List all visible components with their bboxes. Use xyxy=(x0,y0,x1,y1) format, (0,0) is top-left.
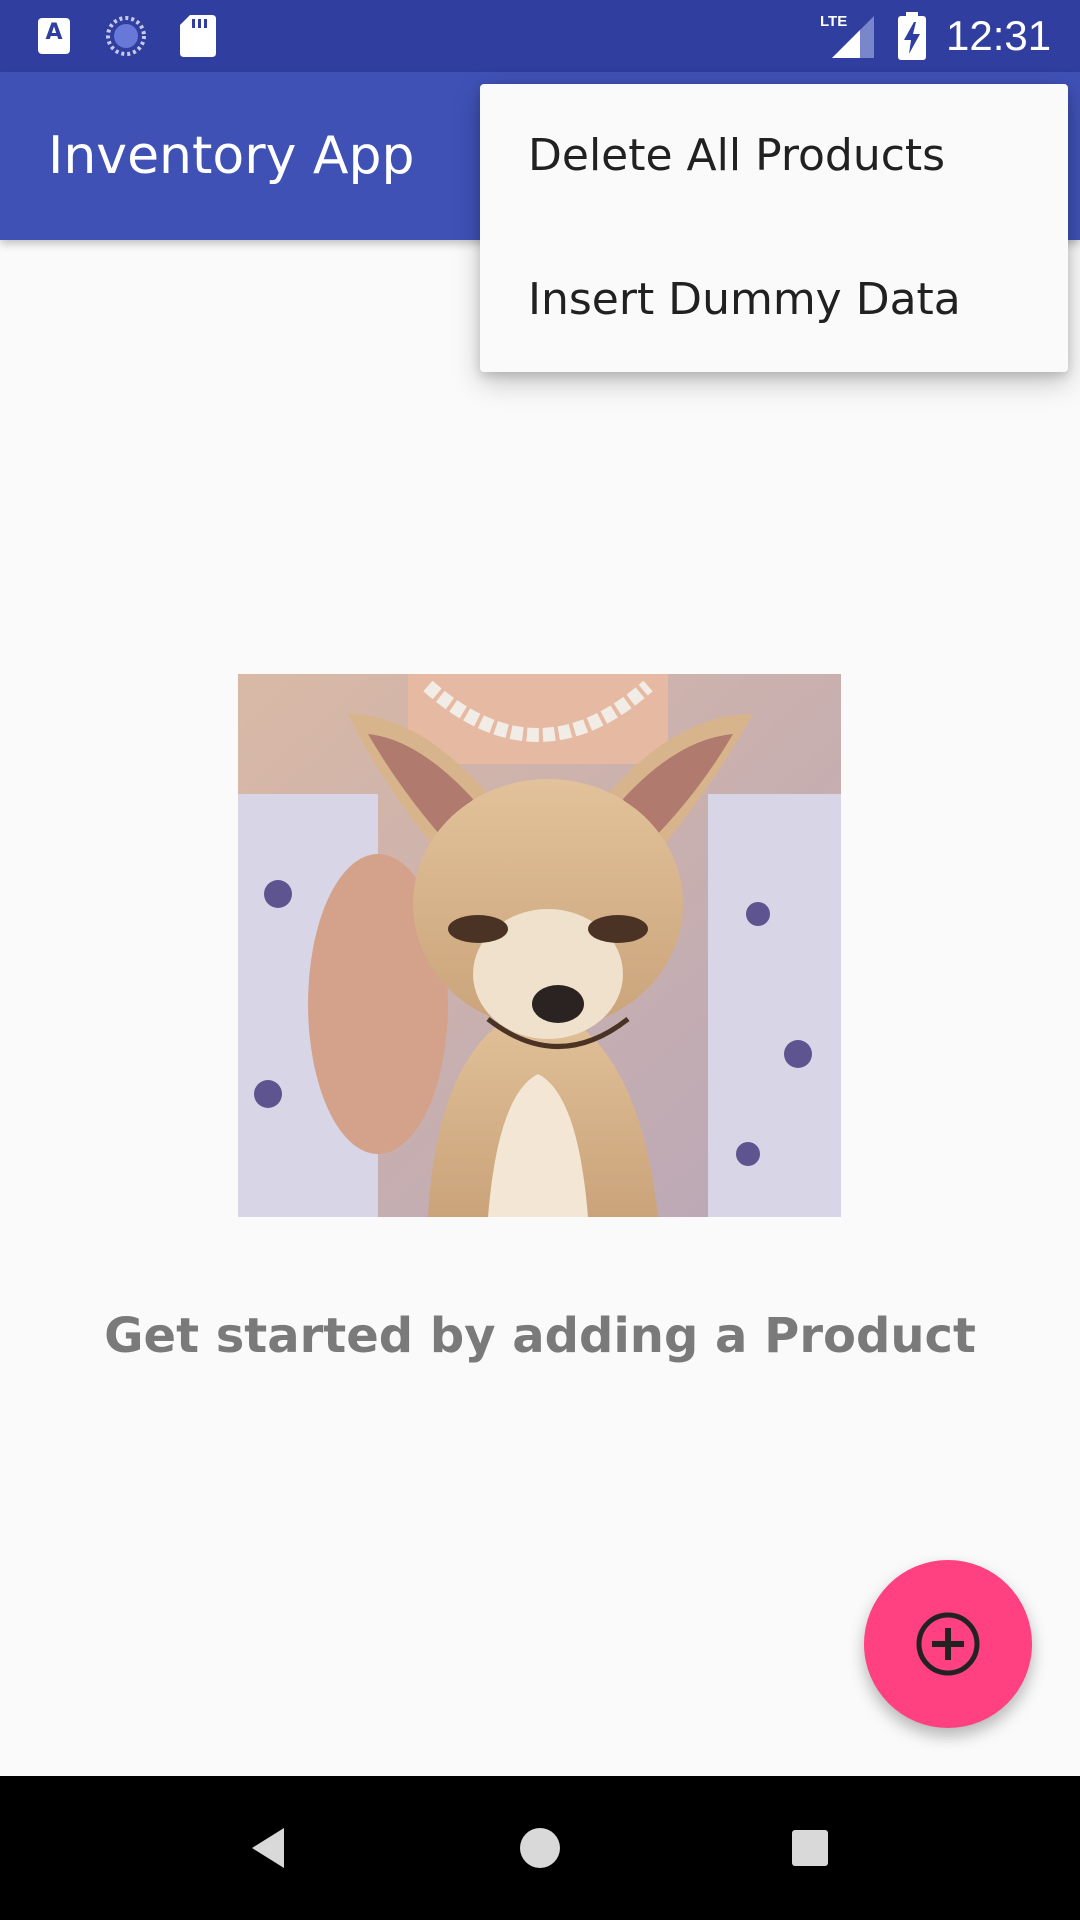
sd-card-icon xyxy=(180,15,216,57)
app-title: Inventory App xyxy=(48,126,415,186)
loading-icon xyxy=(106,16,146,56)
menu-item-insert-dummy-data[interactable]: Insert Dummy Data xyxy=(480,228,1068,372)
overflow-menu: Delete All Products Insert Dummy Data xyxy=(480,84,1068,372)
back-icon[interactable] xyxy=(248,1826,292,1870)
battery-charging-icon xyxy=(898,12,926,60)
add-circle-icon xyxy=(916,1612,980,1676)
lte-signal-icon: LTE xyxy=(820,13,874,58)
status-bar: A LTE 12:31 xyxy=(0,0,1080,72)
svg-text:LTE: LTE xyxy=(820,13,847,30)
inventory-screen: A LTE 12:31 Inventory App Delete All Pro xyxy=(0,0,1080,1920)
app-a-letter: A xyxy=(45,20,63,45)
status-time: 12:31 xyxy=(946,12,1052,59)
home-icon[interactable] xyxy=(518,1826,562,1870)
empty-state-message: Get started by adding a Product xyxy=(104,1308,976,1364)
recents-icon[interactable] xyxy=(790,1828,830,1868)
menu-item-delete-all-products[interactable]: Delete All Products xyxy=(480,84,1068,228)
add-product-fab[interactable] xyxy=(864,1560,1032,1728)
app-a-icon: A xyxy=(38,18,70,54)
empty-state-chihuahua-image xyxy=(238,674,841,1217)
